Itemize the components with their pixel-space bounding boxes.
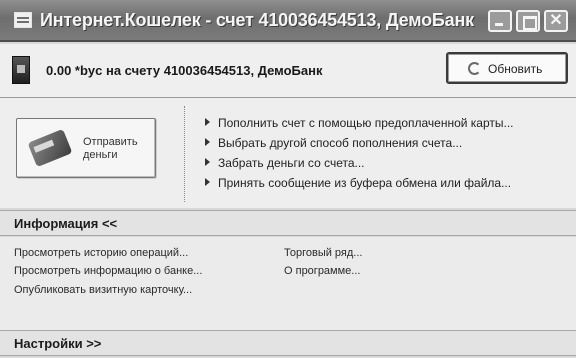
account-bar: 0.00 *byc на счету 410036454513, ДемоБан… [0,44,576,98]
action-list: Пополнить счет с помощью предоплаченной … [202,116,514,196]
action-receive-message[interactable]: Принять сообщение из буфера обмена или ф… [202,176,514,196]
refresh-button[interactable]: Обновить [446,52,568,84]
action-topup-card[interactable]: Пополнить счет с помощью предоплаченной … [202,116,514,136]
link-history[interactable]: Просмотреть историю операций... [14,247,188,259]
link-trade-row[interactable]: Торговый ряд... [284,247,362,259]
wallet-icon [12,56,30,84]
balance-text: 0.00 *byc на счету 410036454513, ДемоБан… [46,63,323,78]
divider [184,106,185,202]
link-about[interactable]: О программе... [284,265,360,277]
close-icon: ✕ [549,12,563,29]
minimize-button[interactable] [488,10,512,32]
window-menu-icon[interactable] [14,12,32,28]
close-button[interactable]: ✕ [544,10,568,32]
action-topup-other[interactable]: Выбрать другой способ пополнения счета..… [202,136,514,156]
info-section-header[interactable]: Информация << [0,210,576,236]
info-section-title: Информация << [14,216,118,231]
window-title: Интернет.Кошелек - счет 410036454513, Де… [40,10,474,30]
refresh-icon [468,62,481,75]
link-publish-card[interactable]: Опубликовать визитную карточку... [14,284,192,296]
settings-section-header[interactable]: Настройки >> [0,330,576,356]
send-money-icon [27,128,73,168]
send-money-label: Отправить деньги [83,136,138,161]
send-money-button[interactable]: Отправить деньги [16,118,156,178]
maximize-button[interactable] [516,10,540,32]
actions-panel: Отправить деньги Пополнить счет с помощь… [0,98,576,208]
title-bar: Интернет.Кошелек - счет 410036454513, Де… [0,0,576,42]
refresh-label: Обновить [488,62,543,76]
action-withdraw[interactable]: Забрать деньги со счета... [202,156,514,176]
settings-section-title: Настройки >> [14,336,102,351]
link-bank-info[interactable]: Просмотреть информацию о банке... [14,265,202,277]
info-section: Просмотреть историю операций... Просмотр… [0,237,576,330]
